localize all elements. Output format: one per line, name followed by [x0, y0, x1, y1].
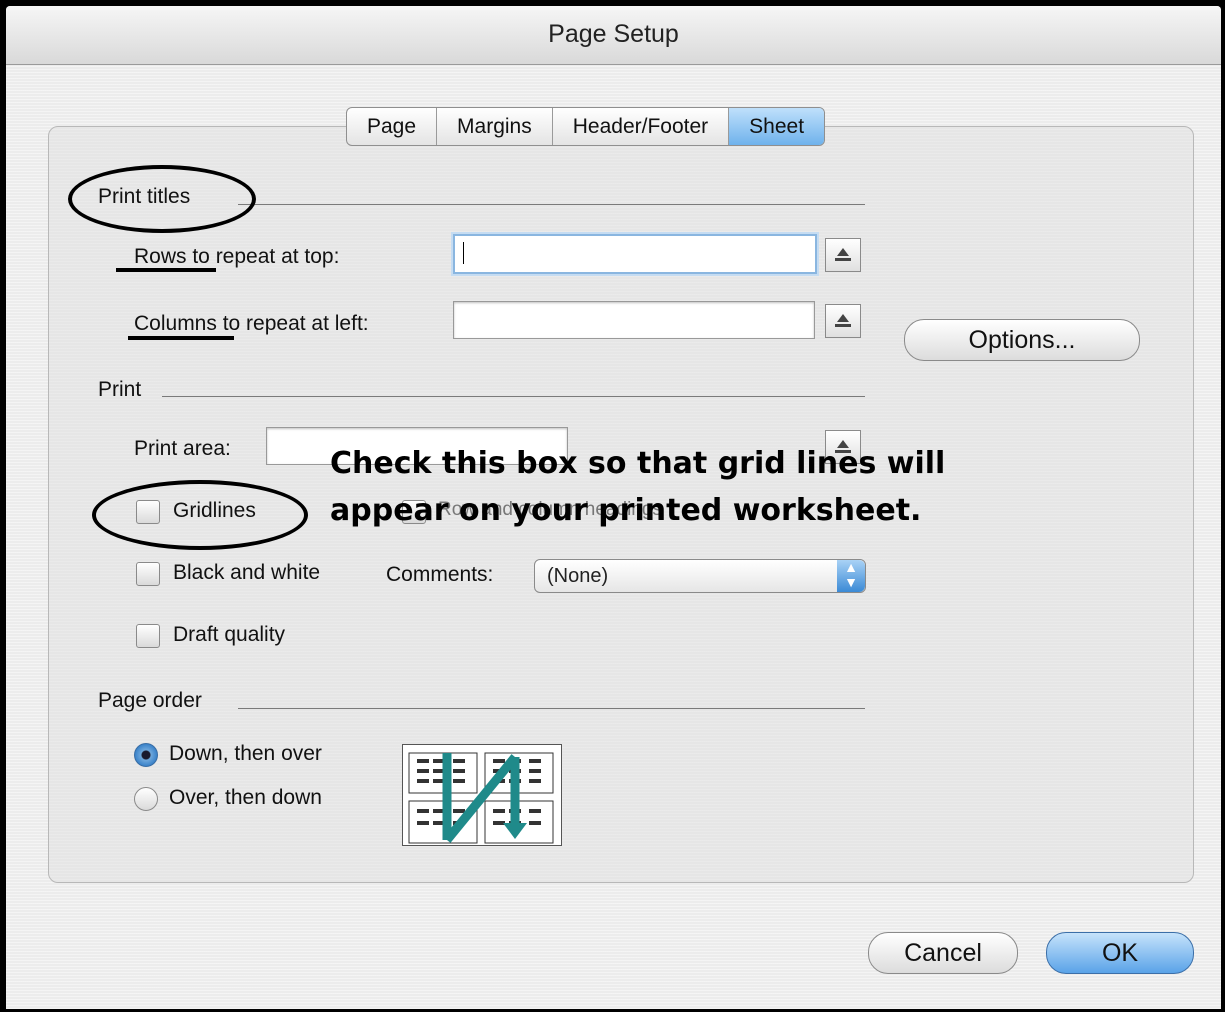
over-then-down-label: Over, then down: [169, 786, 322, 809]
annotation-line-1: Check this box so that grid lines will: [330, 446, 946, 481]
black-white-label: Black and white: [173, 561, 321, 584]
rows-underline-annotation: [116, 268, 216, 272]
tab-margins[interactable]: Margins: [437, 108, 553, 145]
columns-underline-annotation: [128, 336, 234, 340]
columns-to-repeat-label: Columns to repeat at left:: [134, 312, 369, 335]
title-bar: Page Setup: [6, 6, 1221, 65]
draft-quality-checkbox[interactable]: [136, 624, 160, 648]
tab-sheet[interactable]: Sheet: [729, 108, 825, 145]
over-then-down-radio[interactable]: [134, 787, 158, 811]
down-then-over-label: Down, then over: [169, 742, 322, 765]
page-order-divider: [238, 708, 865, 709]
gridlines-circle-annotation: [92, 480, 308, 550]
rows-collapse-icon[interactable]: [825, 238, 861, 272]
page-order-preview: [402, 744, 562, 846]
print-divider: [162, 396, 865, 397]
print-titles-circle-annotation: [68, 165, 256, 233]
down-then-over-radio[interactable]: [134, 743, 158, 767]
comments-select[interactable]: (None) ▲ ▼: [534, 559, 866, 593]
select-arrows-icon: ▲ ▼: [837, 560, 865, 592]
cancel-button[interactable]: Cancel: [868, 932, 1018, 974]
options-button[interactable]: Options...: [904, 319, 1140, 361]
page-setup-dialog: Page Setup Page Margins Header/Footer Sh…: [6, 6, 1221, 1009]
print-area-label: Print area:: [134, 437, 231, 460]
annotation-line-2: appear on your printed worksheet.: [330, 493, 922, 528]
window-title: Page Setup: [548, 20, 679, 48]
black-white-checkbox[interactable]: [136, 562, 160, 586]
page-order-diagram-icon: [408, 752, 554, 844]
columns-collapse-icon[interactable]: [825, 304, 861, 338]
print-heading: Print: [98, 378, 142, 401]
tab-page[interactable]: Page: [347, 108, 438, 145]
draft-quality-label: Draft quality: [173, 623, 286, 646]
rows-to-repeat-label: Rows to repeat at top:: [134, 245, 340, 268]
tab-header-footer[interactable]: Header/Footer: [553, 108, 730, 145]
page-order-heading: Page order: [98, 689, 202, 712]
rows-to-repeat-input[interactable]: [453, 234, 817, 274]
comments-value: (None): [547, 565, 609, 587]
comments-label: Comments:: [386, 563, 494, 586]
columns-to-repeat-input[interactable]: [453, 301, 815, 339]
tab-bar: Page Margins Header/Footer Sheet: [346, 107, 826, 146]
text-caret: [463, 242, 464, 264]
ok-button[interactable]: OK: [1046, 932, 1194, 974]
print-titles-divider: [238, 204, 865, 205]
